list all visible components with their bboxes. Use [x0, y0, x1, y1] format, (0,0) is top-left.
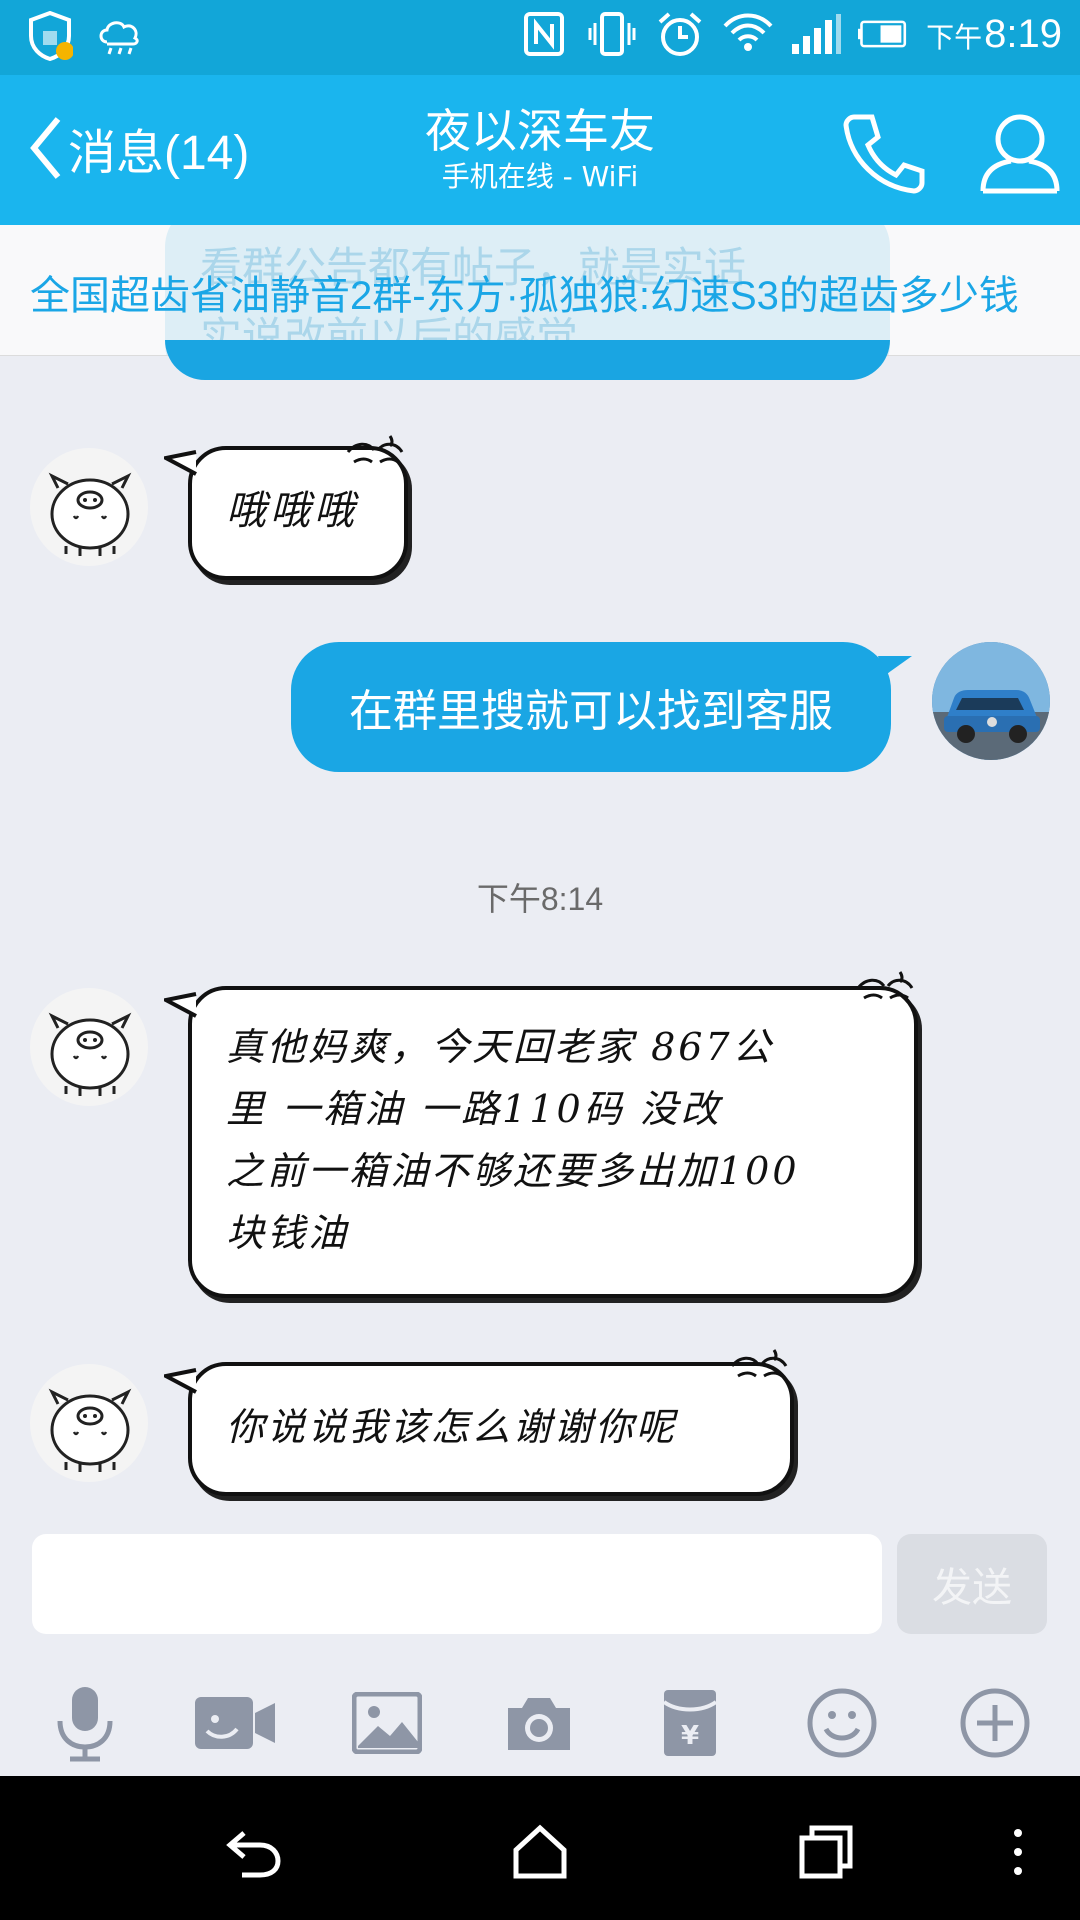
battery-icon — [858, 8, 910, 60]
vibrate-icon — [586, 8, 638, 60]
car-avatar-icon — [932, 642, 1050, 760]
avatar[interactable] — [30, 1364, 148, 1482]
person-icon — [980, 114, 1060, 194]
notice-text: 全国超齿省油静音2群-东方·孤独狼:幻速S3的超齿多少钱 — [30, 274, 1019, 318]
bubble-tail — [164, 992, 197, 1018]
previous-message-bubble[interactable] — [165, 340, 890, 380]
message-timestamp: 下午8:14 — [476, 881, 604, 917]
signal-icon — [790, 8, 842, 60]
back-arrow-icon — [226, 1831, 281, 1878]
svg-text:¥: ¥ — [681, 1721, 699, 1751]
weather-rain-icon — [94, 10, 146, 62]
sweat-face-decoration-icon — [856, 971, 914, 1000]
security-shield-icon — [24, 10, 76, 62]
nav-menu-button[interactable] — [988, 1812, 1048, 1892]
red-packet-button[interactable]: ¥ — [645, 1678, 735, 1768]
clock-prefix: 下午 — [926, 21, 983, 53]
message-bubble[interactable]: 你说说我该怎么谢谢你呢 — [188, 1362, 794, 1496]
voice-button[interactable] — [40, 1678, 130, 1768]
bubble-tail — [164, 450, 197, 476]
message-text: 真他妈爽，今天回老家 867公 里 一箱油 一路110码 没改 之前一箱油不够还… — [192, 990, 914, 1264]
message-line: 真他妈爽，今天回老家 867公 — [226, 1025, 774, 1069]
video-call-button[interactable] — [190, 1678, 280, 1768]
message-text: 你说说我该怎么谢谢你呢 — [226, 1405, 678, 1449]
bubble-tail — [164, 1368, 197, 1394]
sweat-face-decoration-icon — [730, 1349, 788, 1378]
message-line: 之前一箱油不够还要多出加100 — [226, 1149, 800, 1193]
image-icon — [352, 1692, 422, 1754]
profile-button[interactable] — [975, 107, 1065, 197]
composer: 发送 ¥ — [0, 1518, 1080, 1778]
bubble-tail — [878, 656, 912, 676]
system-navigation-bar — [0, 1776, 1080, 1920]
pig-avatar-icon — [48, 1012, 132, 1096]
group-notice-banner[interactable]: 看群公告都有帖子，就是实话 实说改前以后的感觉 全国超齿省油静音2群-东方·孤独… — [0, 225, 1080, 356]
red-packet-icon: ¥ — [662, 1690, 718, 1756]
send-button[interactable]: 发送 — [897, 1534, 1047, 1634]
camera-icon — [508, 1698, 570, 1750]
nav-home-button[interactable] — [500, 1812, 580, 1892]
pig-avatar-icon — [48, 472, 132, 556]
title-bar: 消息(14) 夜以深车友 手机在线 - WiFi — [0, 75, 1080, 225]
message-bubble[interactable]: 真他妈爽，今天回老家 867公 里 一箱油 一路110码 没改 之前一箱油不够还… — [188, 986, 918, 1298]
home-icon — [513, 1824, 567, 1879]
status-bar: 下午8:19 — [0, 0, 1080, 75]
message-line: 里 一箱油 一路110码 没改 — [226, 1087, 722, 1131]
clock: 下午8:19 — [926, 12, 1062, 57]
phone-call-button[interactable] — [838, 107, 928, 197]
message-input[interactable] — [32, 1534, 882, 1634]
microphone-icon — [57, 1687, 113, 1762]
clock-time: 8:19 — [984, 11, 1062, 56]
phone-icon — [843, 114, 925, 194]
video-icon — [195, 1697, 275, 1749]
my-avatar[interactable] — [932, 642, 1050, 760]
avatar[interactable] — [30, 448, 148, 566]
composer-toolbar: ¥ — [0, 1678, 1080, 1778]
more-button[interactable] — [950, 1678, 1040, 1768]
message-line: 块钱油 — [226, 1211, 350, 1255]
camera-button[interactable] — [494, 1678, 584, 1768]
pig-avatar-icon — [48, 1388, 132, 1472]
plus-icon — [960, 1688, 1030, 1758]
alarm-icon — [654, 8, 706, 60]
emoji-button[interactable] — [797, 1678, 887, 1768]
wifi-icon — [722, 8, 774, 60]
nfc-icon — [518, 8, 570, 60]
emoji-icon — [807, 1688, 877, 1758]
recents-icon — [799, 1825, 853, 1879]
more-vertical-icon — [1014, 1829, 1022, 1875]
nav-recents-button[interactable] — [786, 1812, 866, 1892]
avatar[interactable] — [30, 988, 148, 1106]
photo-button[interactable] — [342, 1678, 432, 1768]
nav-back-button[interactable] — [214, 1812, 294, 1892]
sweat-face-decoration-icon — [346, 435, 404, 464]
message-text: 在群里搜就可以找到客服 — [349, 686, 833, 737]
message-bubble-outgoing[interactable]: 在群里搜就可以找到客服 — [291, 642, 891, 772]
